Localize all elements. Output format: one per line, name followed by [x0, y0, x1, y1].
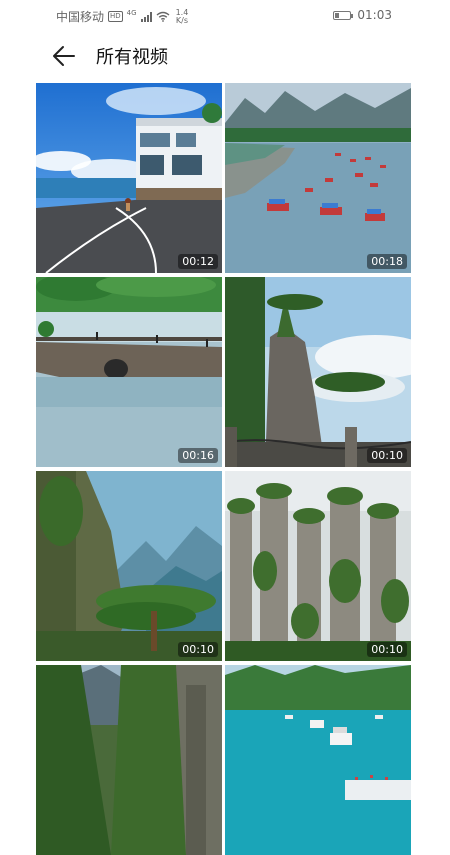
video-thumbnail — [225, 83, 411, 273]
page-title: 所有视频 — [96, 47, 168, 68]
video-thumbnail — [36, 277, 222, 467]
carrier-name: 中国移动 — [56, 10, 105, 24]
video-duration: 00:16 — [178, 448, 218, 463]
video-tile[interactable]: 00:10 — [225, 277, 411, 467]
network-speed: 1.4 K/s — [175, 8, 189, 25]
battery-level — [335, 12, 340, 18]
clock: 01:03 — [357, 8, 392, 22]
status-bar: 中国移动 HD 4G 1.4 K/s 01:03 — [0, 0, 450, 30]
signal-icon — [140, 11, 152, 22]
hd-badge: HD — [108, 11, 123, 22]
network-type: 4G — [126, 8, 137, 17]
video-duration: 00:10 — [367, 448, 407, 463]
video-tile[interactable]: 00:10 — [225, 471, 411, 661]
video-thumbnail — [225, 277, 411, 467]
video-duration: 00:10 — [367, 642, 407, 657]
video-duration: 00:10 — [178, 642, 218, 657]
wifi-icon — [156, 11, 170, 22]
speed-unit: K/s — [175, 15, 188, 25]
status-right: 01:03 — [333, 8, 392, 22]
video-grid: 00:12 00:18 00:16 00:10 00:10 00:10 — [36, 83, 411, 855]
video-thumbnail — [225, 665, 411, 855]
arrow-left-icon — [53, 46, 75, 66]
video-duration: 00:12 — [178, 254, 218, 269]
video-tile[interactable]: 00:10 — [36, 471, 222, 661]
back-button[interactable] — [50, 42, 80, 70]
video-thumbnail — [36, 665, 222, 855]
battery-icon — [333, 10, 354, 20]
video-tile[interactable]: 00:16 — [36, 277, 222, 467]
video-tile[interactable] — [36, 665, 222, 855]
video-tile[interactable]: 00:12 — [36, 83, 222, 273]
video-thumbnail — [36, 83, 222, 273]
header: 所有视频 — [0, 30, 450, 82]
video-thumbnail — [225, 471, 411, 661]
video-thumbnail — [36, 471, 222, 661]
video-tile[interactable] — [225, 665, 411, 855]
video-duration: 00:18 — [367, 254, 407, 269]
video-tile[interactable]: 00:18 — [225, 83, 411, 273]
status-left: 中国移动 HD 4G 1.4 K/s — [56, 8, 188, 25]
